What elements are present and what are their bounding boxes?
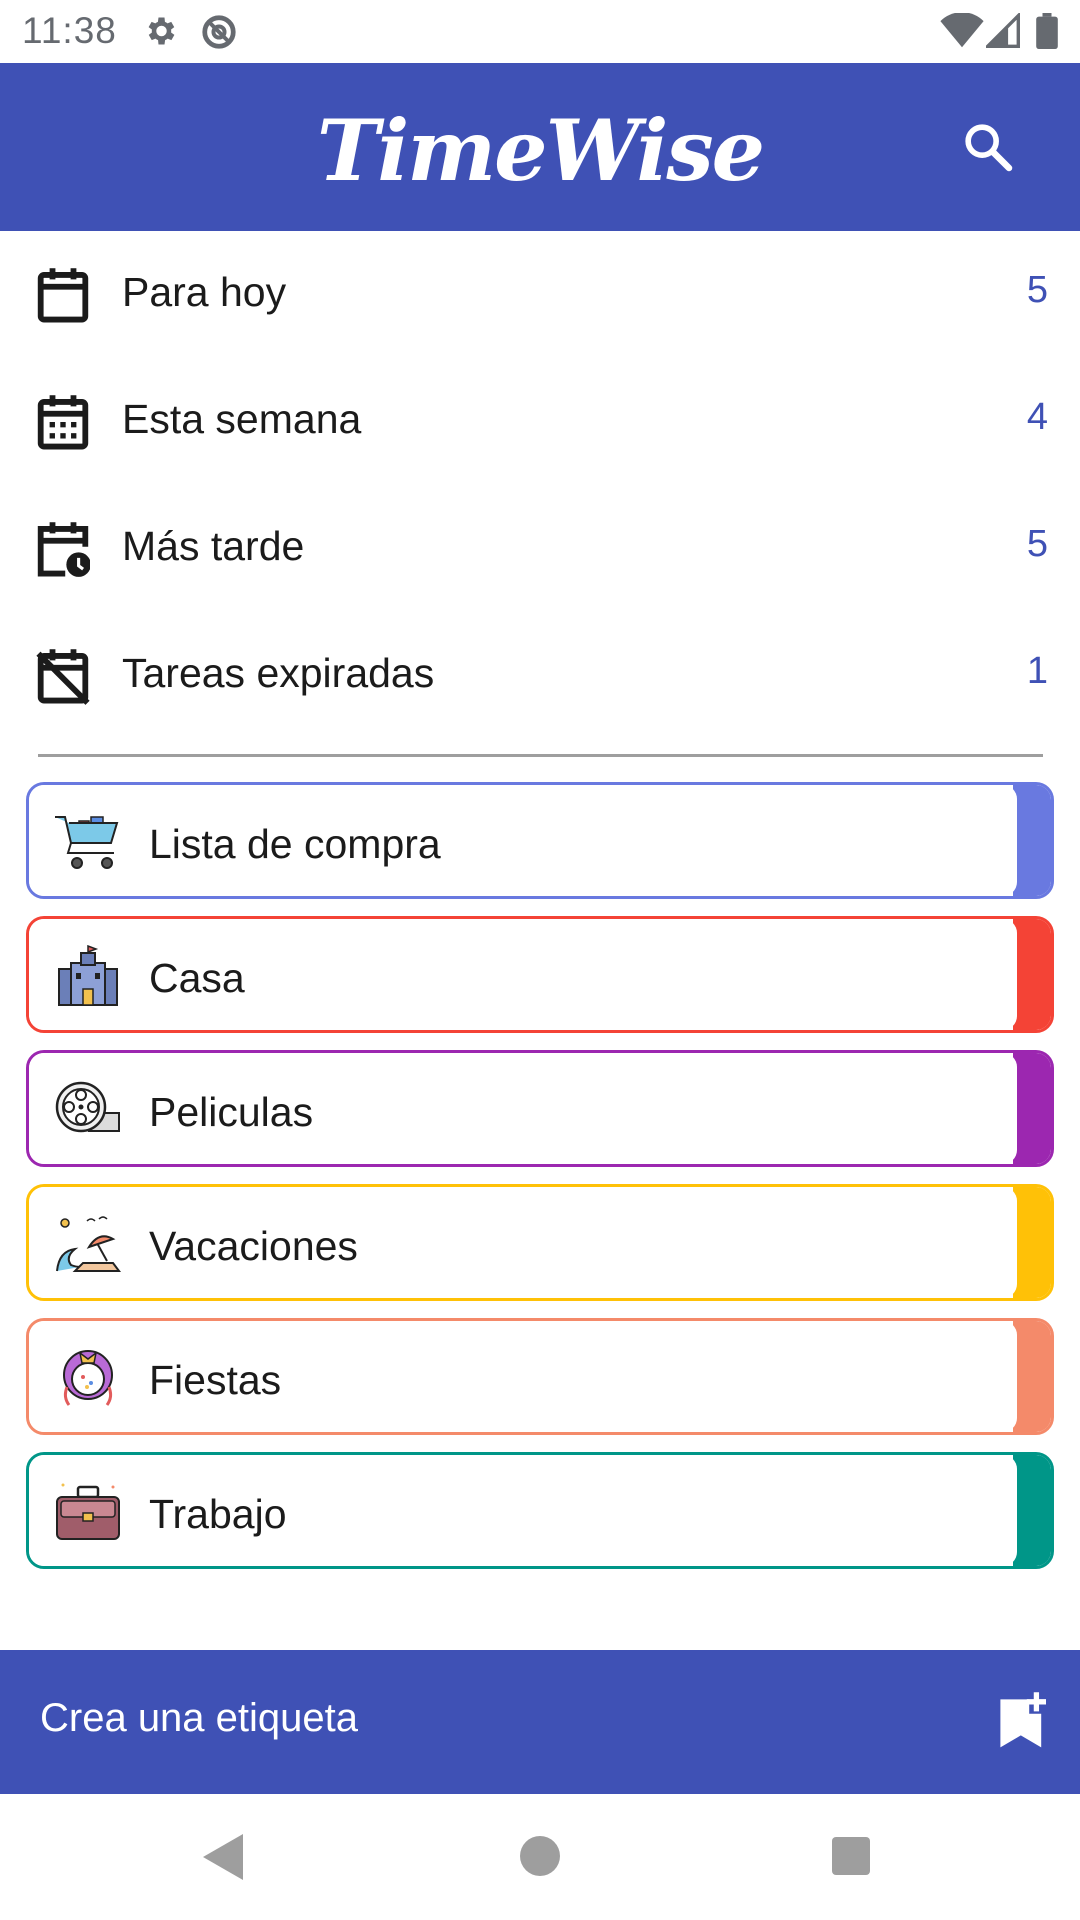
label-name: Fiestas [149, 1357, 282, 1403]
label-name: Peliculas [149, 1089, 314, 1135]
summary-row-expired[interactable]: Tareas expiradas 1 [0, 613, 1080, 740]
castle-icon [58, 945, 118, 1006]
summary-label: Más tarde [122, 523, 305, 569]
label-name: Lista de compra [149, 821, 441, 867]
create-label-text: Crea una etiqueta [40, 1696, 359, 1740]
recents-icon[interactable] [832, 1837, 870, 1875]
label-name: Trabajo [149, 1491, 287, 1537]
summary-row-later[interactable]: Más tarde 5 [0, 486, 1080, 613]
status-bar: 11:38 [0, 0, 1080, 63]
calendar-today-icon [37, 268, 89, 323]
label-color-strip [1013, 919, 1051, 1030]
summary-count: 1 [1026, 650, 1048, 692]
beach-icon [56, 1216, 121, 1272]
app-bar: TimeWise [0, 63, 1080, 231]
summary-label: Tareas expiradas [122, 650, 435, 696]
summary-row-week[interactable]: Esta semana 4 [0, 359, 1080, 486]
create-label-bar[interactable]: Crea una etiqueta [0, 1650, 1080, 1794]
label-color-strip [1013, 1321, 1051, 1432]
wifi-icon [940, 13, 984, 48]
summary-label: Para hoy [122, 269, 287, 315]
divider [38, 754, 1043, 757]
briefcase-icon [56, 1483, 120, 1540]
navigation-bar [0, 1794, 1080, 1920]
label-color-strip [1013, 1187, 1051, 1298]
signal-icon [986, 13, 1020, 48]
label-color-strip [1013, 785, 1051, 896]
summary-row-today[interactable]: Para hoy 5 [0, 232, 1080, 359]
gear-icon [148, 17, 175, 45]
at-sign-icon [202, 15, 236, 49]
status-time: 11:38 [22, 10, 117, 51]
app-title: TimeWise [316, 101, 765, 200]
label-card-movies[interactable]: Peliculas [26, 1050, 1054, 1167]
label-card-parties[interactable]: Fiestas [26, 1318, 1054, 1435]
party-wreath-icon [63, 1350, 113, 1406]
search-icon[interactable] [960, 119, 1016, 175]
summary-count: 5 [1026, 523, 1048, 565]
back-icon[interactable] [203, 1834, 243, 1880]
label-color-strip [1013, 1455, 1051, 1566]
battery-icon [1036, 13, 1058, 49]
calendar-clock-icon [37, 522, 90, 577]
label-color-strip [1013, 1053, 1051, 1164]
label-name: Casa [149, 955, 245, 1001]
bookmark-add-icon[interactable] [998, 1692, 1046, 1750]
home-icon[interactable] [520, 1836, 560, 1876]
calendar-off-icon [36, 649, 90, 705]
calendar-week-icon [37, 395, 89, 450]
label-card-vacation[interactable]: Vacaciones [26, 1184, 1054, 1301]
label-card-home[interactable]: Casa [26, 916, 1054, 1033]
label-card-work[interactable]: Trabajo [26, 1452, 1054, 1569]
label-name: Vacaciones [149, 1223, 358, 1269]
summary-count: 5 [1026, 269, 1048, 311]
label-card-shopping[interactable]: Lista de compra [26, 782, 1054, 899]
summary-count: 4 [1026, 396, 1048, 438]
summary-label: Esta semana [122, 396, 362, 442]
film-reel-icon [55, 1081, 120, 1133]
shopping-cart-icon [55, 816, 119, 869]
